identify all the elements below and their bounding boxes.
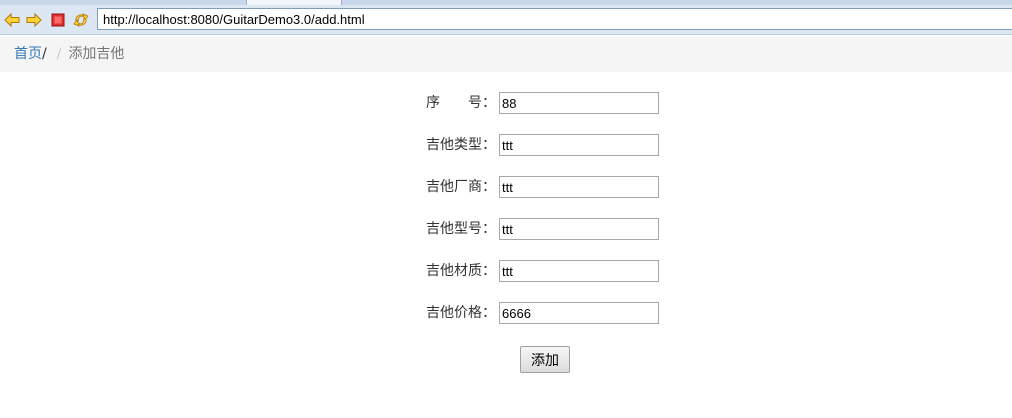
breadcrumb-separator: / (42, 46, 47, 62)
serial-input[interactable] (499, 92, 659, 114)
serial-label: 序 号： (426, 95, 496, 111)
breadcrumb-current: 添加吉他 (68, 46, 125, 62)
breadcrumb-home-link[interactable]: 首页 (14, 46, 42, 62)
model-input[interactable] (499, 218, 659, 240)
form-row-builder: 吉他厂商： (0, 176, 1012, 198)
address-bar-input[interactable] (97, 8, 1012, 30)
refresh-icon (73, 13, 89, 27)
forward-button[interactable] (25, 11, 43, 29)
type-input[interactable] (499, 134, 659, 156)
form-row-serial: 序 号： (0, 92, 1012, 114)
forward-arrow-icon (26, 13, 42, 27)
form-row-price: 吉他价格： (0, 302, 1012, 324)
form-row-type: 吉他类型： (0, 134, 1012, 156)
stop-button[interactable] (49, 11, 67, 29)
builder-input[interactable] (499, 176, 659, 198)
type-label: 吉他类型： (426, 137, 496, 153)
back-button[interactable] (3, 11, 21, 29)
stop-icon (51, 13, 65, 27)
breadcrumb: 首页// 添加吉他 (0, 36, 1012, 72)
browser-toolbar (0, 5, 1012, 35)
price-label: 吉他价格： (426, 305, 496, 321)
breadcrumb-divider: / (56, 46, 62, 62)
add-button[interactable]: 添加 (520, 346, 570, 373)
refresh-button[interactable] (72, 11, 90, 29)
form-row-wood: 吉他材质： (0, 260, 1012, 282)
price-input[interactable] (499, 302, 659, 324)
wood-input[interactable] (499, 260, 659, 282)
back-arrow-icon (4, 13, 20, 27)
builder-label: 吉他厂商： (426, 179, 496, 195)
form-row-model: 吉他型号： (0, 218, 1012, 240)
model-label: 吉他型号： (426, 221, 496, 237)
wood-label: 吉他材质： (426, 263, 496, 279)
